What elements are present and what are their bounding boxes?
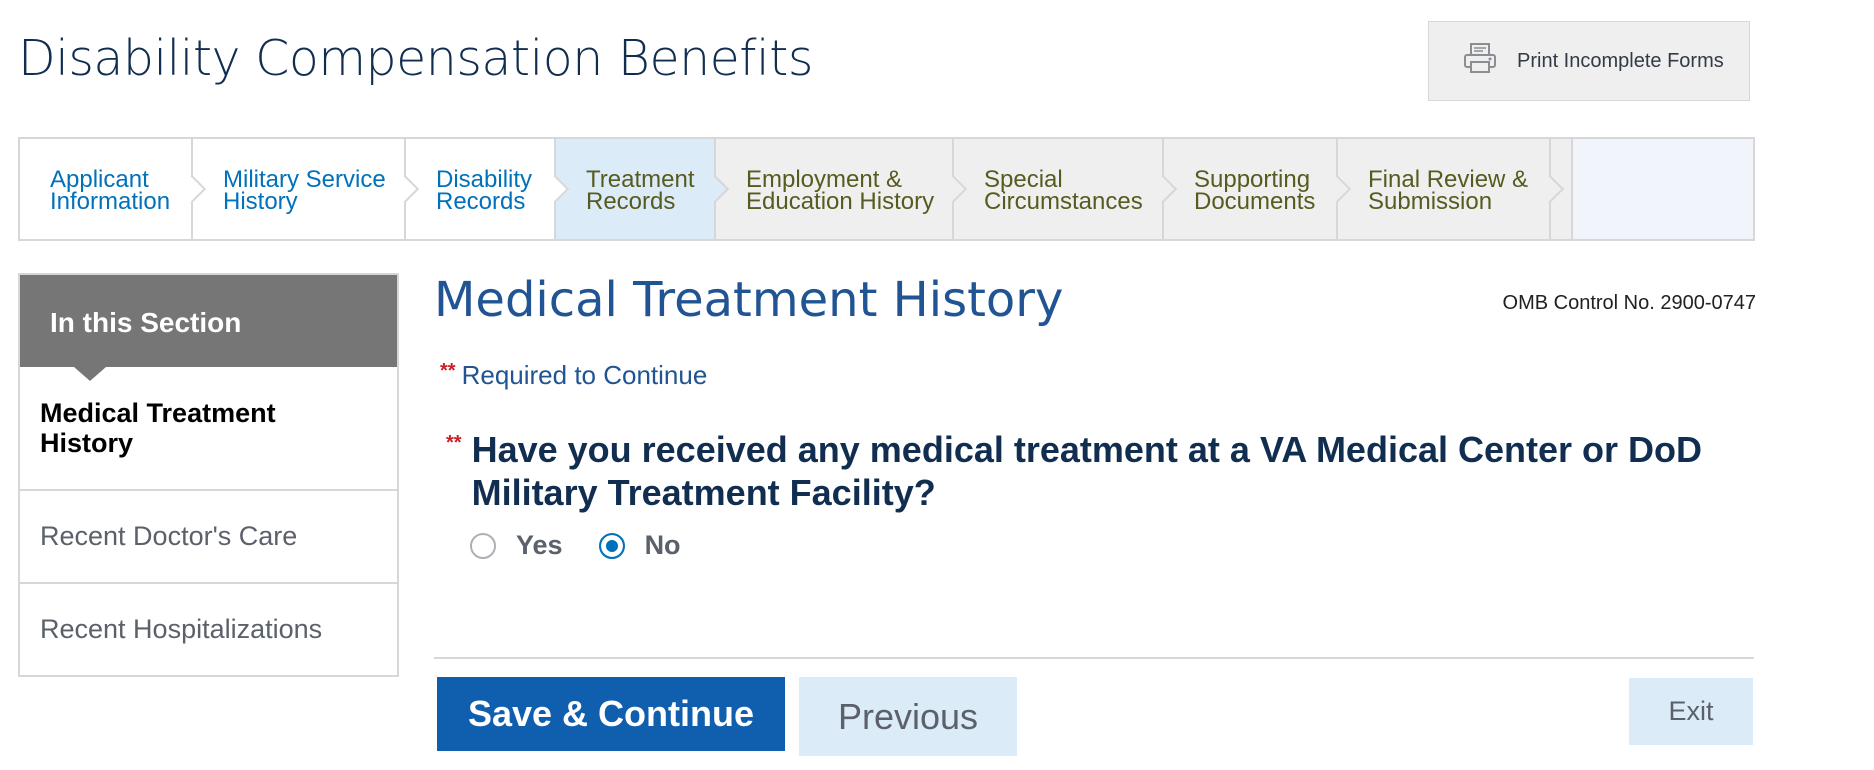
page-title: Disability Compensation Benefits: [18, 30, 813, 87]
radio-option-no[interactable]: No: [598, 530, 681, 561]
question-text: Have you received any medical treatment …: [471, 429, 1703, 513]
step-employment-education-history: Employment & Education History: [716, 139, 954, 239]
radio-label-no: No: [644, 530, 681, 560]
radio-label-yes: Yes: [516, 530, 563, 560]
required-marker: **: [446, 432, 462, 454]
sidenav-item-recent-doctors-care[interactable]: Recent Doctor's Care: [20, 489, 397, 582]
printer-icon: [1463, 42, 1497, 80]
required-note: ** Required to Continue: [440, 360, 707, 391]
divider: [434, 657, 1754, 659]
radio-option-yes[interactable]: Yes: [470, 530, 563, 561]
section-sidenav: In this Section Medical Treatment Histor…: [18, 273, 399, 677]
step-military-service-history[interactable]: Military Service History: [193, 139, 406, 239]
step-final-review-submission: Final Review & Submission: [1338, 139, 1551, 239]
step-special-circumstances: Special Circumstances: [954, 139, 1164, 239]
sidenav-item-recent-hospitalizations[interactable]: Recent Hospitalizations: [20, 582, 397, 675]
step-disability-records[interactable]: Disability Records: [406, 139, 556, 239]
required-marker: **: [440, 360, 456, 382]
print-button-label: Print Incomplete Forms: [1517, 49, 1724, 72]
required-note-text: Required to Continue: [461, 360, 708, 390]
omb-control-number: OMB Control No. 2900-0747: [1502, 292, 1756, 314]
treatment-radio-group: Yes No: [470, 530, 717, 561]
step-supporting-documents: Supporting Documents: [1164, 139, 1338, 239]
sidenav-heading: In this Section: [20, 275, 397, 381]
section-title: Medical Treatment History: [434, 272, 1064, 328]
radio-no[interactable]: [598, 532, 625, 559]
sidenav-item-label: Recent Doctor's Care: [40, 521, 298, 551]
radio-yes[interactable]: [470, 532, 496, 559]
print-incomplete-forms-button[interactable]: Print Incomplete Forms: [1428, 21, 1750, 101]
sidenav-item-label: Medical Treatment History: [40, 398, 276, 458]
sidenav-item-label: Recent Hospitalizations: [40, 614, 323, 644]
previous-button[interactable]: Previous: [799, 677, 1017, 756]
question: ** Have you received any medical treatme…: [446, 428, 1756, 514]
step-treatment-records[interactable]: Treatment Records: [556, 139, 716, 239]
save-continue-button[interactable]: Save & Continue: [437, 677, 785, 751]
step-applicant-information[interactable]: Applicant Information: [20, 139, 193, 239]
sidenav-item-medical-treatment-history[interactable]: Medical Treatment History: [20, 367, 397, 489]
exit-button[interactable]: Exit: [1629, 678, 1753, 745]
progress-steps: Applicant Information Military Service H…: [18, 137, 1755, 241]
